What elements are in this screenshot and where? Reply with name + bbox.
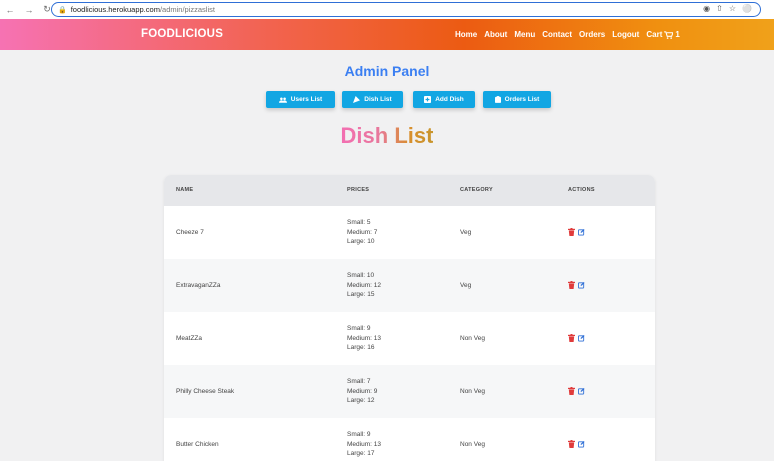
price-small: Small: 9 <box>347 431 371 438</box>
nav-cart[interactable]: Cart 1 <box>646 30 679 39</box>
brand-logo[interactable]: FOODLICIOUS <box>141 28 223 40</box>
table-header: NAME PRICES CATEGORY ACTIONS <box>164 175 655 206</box>
nav-contact[interactable]: Contact <box>542 30 572 39</box>
price-large: Large: 16 <box>347 344 375 351</box>
table-row: MeatZZa Small: 9 Medium: 13 Large: 16 No… <box>164 312 655 365</box>
trash-icon[interactable] <box>568 387 575 395</box>
table-row: ExtravaganZZa Small: 10 Medium: 12 Large… <box>164 259 655 312</box>
price-small: Small: 10 <box>347 272 375 279</box>
edit-icon[interactable] <box>578 440 585 448</box>
price-medium: Medium: 9 <box>347 387 378 395</box>
row-actions <box>568 334 585 342</box>
dish-table: NAME PRICES CATEGORY ACTIONS Cheeze 7 Sm… <box>164 175 655 461</box>
dish-list-button[interactable]: Dish List <box>342 91 403 108</box>
url-path: /admin/pizzaslist <box>159 5 215 14</box>
nav-logout[interactable]: Logout <box>612 30 639 39</box>
users-icon <box>278 97 287 103</box>
row-actions <box>568 228 585 236</box>
site-header: FOODLICIOUS Home About Menu Contact Orde… <box>0 19 774 50</box>
dish-category: Non Veg <box>460 388 485 395</box>
google-lens-icon[interactable]: ◉ <box>703 4 710 13</box>
trash-icon[interactable] <box>568 281 575 289</box>
clipboard-icon <box>494 96 501 103</box>
price-small: Small: 9 <box>347 325 371 332</box>
column-category: CATEGORY <box>460 187 493 193</box>
price-medium: Medium: 7 <box>347 228 378 236</box>
price-medium: Medium: 12 <box>347 281 381 289</box>
nav-home[interactable]: Home <box>455 30 477 39</box>
dish-list-label: Dish List <box>364 96 392 103</box>
row-actions <box>568 440 585 448</box>
dish-name: ExtravaganZZa <box>176 282 221 289</box>
table-row: Butter Chicken Small: 9 Medium: 13 Large… <box>164 418 655 461</box>
users-list-button[interactable]: Users List <box>266 91 335 108</box>
dish-prices: Small: 9 Medium: 13 Large: 17 <box>347 430 381 459</box>
orders-list-button[interactable]: Orders List <box>483 91 551 108</box>
dish-name: MeatZZa <box>176 335 203 342</box>
edit-icon[interactable] <box>578 334 585 342</box>
dish-prices: Small: 5 Medium: 7 Large: 10 <box>347 218 377 247</box>
column-actions: ACTIONS <box>568 187 595 193</box>
nav-orders[interactable]: Orders <box>579 30 605 39</box>
dish-category: Non Veg <box>460 335 485 342</box>
dish-name: Butter Chicken <box>176 441 219 448</box>
column-name: NAME <box>176 187 194 193</box>
add-dish-label: Add Dish <box>435 96 464 103</box>
price-large: Large: 15 <box>347 291 375 298</box>
dish-category: Veg <box>460 282 472 289</box>
table-row: Philly Cheese Steak Small: 7 Medium: 9 L… <box>164 365 655 418</box>
main-nav: Home About Menu Contact Orders Logout Ca… <box>455 30 680 39</box>
price-small: Small: 5 <box>347 219 371 226</box>
profile-icon[interactable]: ⚪ <box>742 4 752 13</box>
price-medium: Medium: 13 <box>347 334 381 342</box>
dish-prices: Small: 7 Medium: 9 Large: 12 <box>347 377 377 406</box>
price-small: Small: 7 <box>347 378 371 385</box>
cart-icon <box>664 30 674 39</box>
edit-icon[interactable] <box>578 387 585 395</box>
back-icon[interactable]: ← <box>4 4 16 16</box>
dish-prices: Small: 10 Medium: 12 Large: 15 <box>347 271 381 300</box>
forward-icon[interactable]: → <box>23 4 35 16</box>
table-row: Cheeze 7 Small: 5 Medium: 7 Large: 10 Ve… <box>164 206 655 259</box>
dish-name: Philly Cheese Steak <box>176 388 235 395</box>
dish-prices: Small: 9 Medium: 13 Large: 16 <box>347 324 381 353</box>
trash-icon[interactable] <box>568 334 575 342</box>
price-large: Large: 12 <box>347 397 375 404</box>
price-medium: Medium: 13 <box>347 440 381 448</box>
lock-icon: 🔒 <box>58 6 67 14</box>
dish-category: Non Veg <box>460 441 485 448</box>
address-bar[interactable]: 🔒 foodlicious.herokuapp.com/admin/pizzas… <box>51 2 761 17</box>
add-dish-button[interactable]: Add Dish <box>413 91 475 108</box>
dish-list-title-text: Dish List <box>340 123 434 148</box>
trash-icon[interactable] <box>568 440 575 448</box>
nav-about[interactable]: About <box>484 30 507 39</box>
browser-toolbar: ← → ↻ 🔒 foodlicious.herokuapp.com/admin/… <box>0 0 774 19</box>
trash-icon[interactable] <box>568 228 575 236</box>
price-large: Large: 10 <box>347 238 375 245</box>
share-icon[interactable]: ⇧ <box>716 4 723 13</box>
url-host: foodlicious.herokuapp.com <box>70 5 160 14</box>
column-prices: PRICES <box>347 187 370 193</box>
edit-icon[interactable] <box>578 228 585 236</box>
row-actions <box>568 281 585 289</box>
admin-panel-title: Admin Panel <box>344 63 430 79</box>
dish-list-title: Dish List <box>0 123 774 149</box>
nav-menu[interactable]: Menu <box>514 30 535 39</box>
users-list-label: Users List <box>290 96 323 103</box>
pizza-icon <box>353 96 361 103</box>
cart-count: 1 <box>675 30 680 39</box>
row-actions <box>568 387 585 395</box>
cart-label: Cart <box>646 30 663 39</box>
price-large: Large: 17 <box>347 450 375 457</box>
bookmark-star-icon[interactable]: ☆ <box>729 4 736 13</box>
dish-name: Cheeze 7 <box>176 229 204 236</box>
dish-category: Veg <box>460 229 472 236</box>
admin-button-row: Users List Dish List Add Dish Orders Lis… <box>0 91 774 108</box>
edit-icon[interactable] <box>578 281 585 289</box>
orders-list-label: Orders List <box>504 96 540 103</box>
plus-square-icon <box>424 96 432 103</box>
